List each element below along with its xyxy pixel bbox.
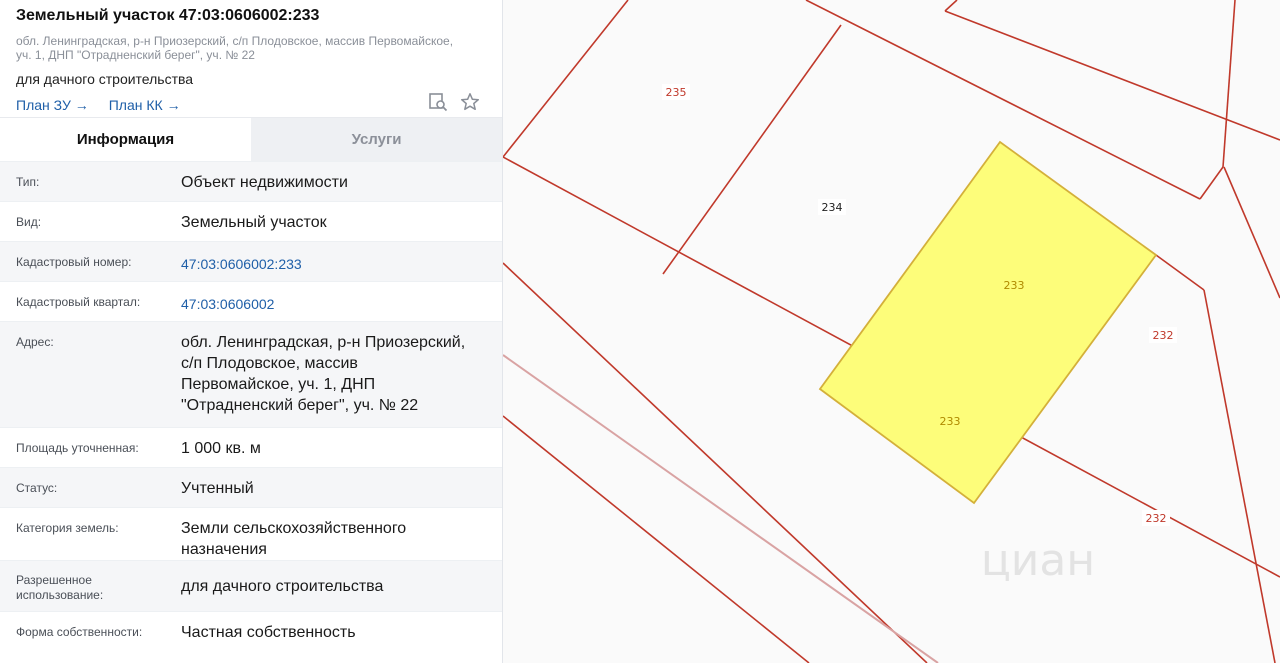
info-value: Учтенный <box>181 480 254 497</box>
info-key: Площадь уточненная: <box>16 441 139 455</box>
panel-header: Земельный участок 47:03:0606002:233 обл.… <box>0 0 502 117</box>
info-row-land-category: Категория земель: Земли сельскохозяйстве… <box>0 507 502 560</box>
parcel-label-233-top: 233 <box>1004 279 1025 292</box>
boundary-line <box>1199 166 1224 200</box>
header-actions <box>428 92 480 112</box>
page-title: Земельный участок 47:03:0606002:233 <box>16 7 320 24</box>
boundary-line <box>1155 254 1205 291</box>
info-value: Частная собственность <box>181 624 356 641</box>
info-key: Кадастровый квартал: <box>16 295 141 309</box>
info-key: Форма собственности: <box>16 625 143 639</box>
cadastral-quarter-link[interactable]: 47:03:0606002 <box>181 282 502 321</box>
info-table: Тип: Объект недвижимости Вид: Земельный … <box>0 161 502 651</box>
info-value-category: Земли сельскохозяйственного назначения <box>181 508 502 560</box>
info-row-area: Площадь уточненная: 1 000 кв. м <box>0 427 502 467</box>
info-value: 1 000 кв. м <box>181 440 261 457</box>
parcel-label-235: 235 <box>666 86 687 99</box>
info-row-cadastral-quarter: Кадастровый квартал: 47:03:0606002 <box>0 281 502 321</box>
info-key: Вид: <box>16 215 42 229</box>
selected-parcel-233[interactable] <box>818 140 1158 505</box>
parcel-label-232-top: 232 <box>1153 329 1174 342</box>
info-row-address: Адрес: обл. Ленинградская, р-н Приозерск… <box>0 321 502 427</box>
cadastral-number-link[interactable]: 47:03:0606002:233 <box>181 242 502 281</box>
info-key: Разрешенное использование: <box>0 561 181 611</box>
boundary-line <box>1222 0 1236 168</box>
search-document-icon[interactable] <box>428 92 448 112</box>
key-line: Разрешенное <box>16 573 92 587</box>
header-address-line: уч. 1, ДНП "Отрадненский берег", уч. № 2… <box>16 48 255 62</box>
tab-information[interactable]: Информация <box>0 118 251 161</box>
tab-services[interactable]: Услуги <box>251 118 502 161</box>
info-key: Категория земель: <box>16 521 119 535</box>
header-usage: для дачного строительства <box>16 71 194 87</box>
map-canvas[interactable]: 235 234 233 233 232 232 циан <box>503 0 1280 663</box>
info-row-status: Статус: Учтенный <box>0 467 502 507</box>
key-line: использование: <box>16 588 104 602</box>
header-address: обл. Ленинградская, р-н Приозерский, с/п… <box>16 34 476 62</box>
info-row-type: Тип: Объект недвижимости <box>0 161 502 201</box>
info-key: Кадастровый номер: <box>16 255 132 269</box>
plan-links: План ЗУ → План КК → <box>16 97 486 113</box>
info-row-cadastral-number: Кадастровый номер: 47:03:0606002:233 <box>0 241 502 281</box>
star-icon[interactable] <box>460 92 480 112</box>
info-value-address: обл. Ленинградская, р-н Приозерский, с/п… <box>181 322 502 427</box>
boundary-line <box>1223 166 1280 299</box>
info-row-ownership: Форма собственности: Частная собственнос… <box>0 611 502 651</box>
info-key: Тип: <box>16 175 40 189</box>
tab-bar: Информация Услуги <box>0 117 502 161</box>
boundary-line <box>662 24 842 275</box>
boundary-line <box>503 262 928 663</box>
category-line: Земли сельскохозяйственного <box>181 520 407 537</box>
address-line: "Отрадненский берег", уч. № 22 <box>181 397 419 414</box>
parcel-label-233-bottom: 233 <box>940 415 961 428</box>
address-line: обл. Ленинградская, р-н Приозерский, <box>181 334 466 351</box>
info-panel: Земельный участок 47:03:0606002:233 обл.… <box>0 0 503 663</box>
info-value: Земельный участок <box>181 214 327 231</box>
info-row-permitted-use: Разрешенное использование: для дачного с… <box>0 560 502 611</box>
cadastral-map[interactable]: 235 234 233 233 232 232 циан <box>503 0 1280 663</box>
info-key: Адрес: <box>16 335 54 349</box>
info-key: Статус: <box>16 481 58 495</box>
boundary-line <box>503 0 629 158</box>
address-line: с/п Плодовское, массив <box>181 355 358 372</box>
info-row-kind: Вид: Земельный участок <box>0 201 502 241</box>
plan-kk-link[interactable]: План КК → <box>109 97 181 113</box>
boundary-line <box>1203 289 1276 663</box>
address-line: Первомайское, уч. 1, ДНП <box>181 376 376 393</box>
parcel-label-232-bottom: 232 <box>1146 512 1167 525</box>
boundary-line <box>944 0 958 12</box>
cian-watermark: циан <box>981 535 1095 586</box>
info-value: Объект недвижимости <box>181 174 348 191</box>
plan-zu-link[interactable]: План ЗУ → <box>16 97 89 113</box>
category-line: назначения <box>181 541 267 558</box>
header-address-line: обл. Ленинградская, р-н Приозерский, с/п… <box>16 34 454 48</box>
parcel-label-234: 234 <box>822 201 843 214</box>
info-value: для дачного строительства <box>181 578 384 595</box>
